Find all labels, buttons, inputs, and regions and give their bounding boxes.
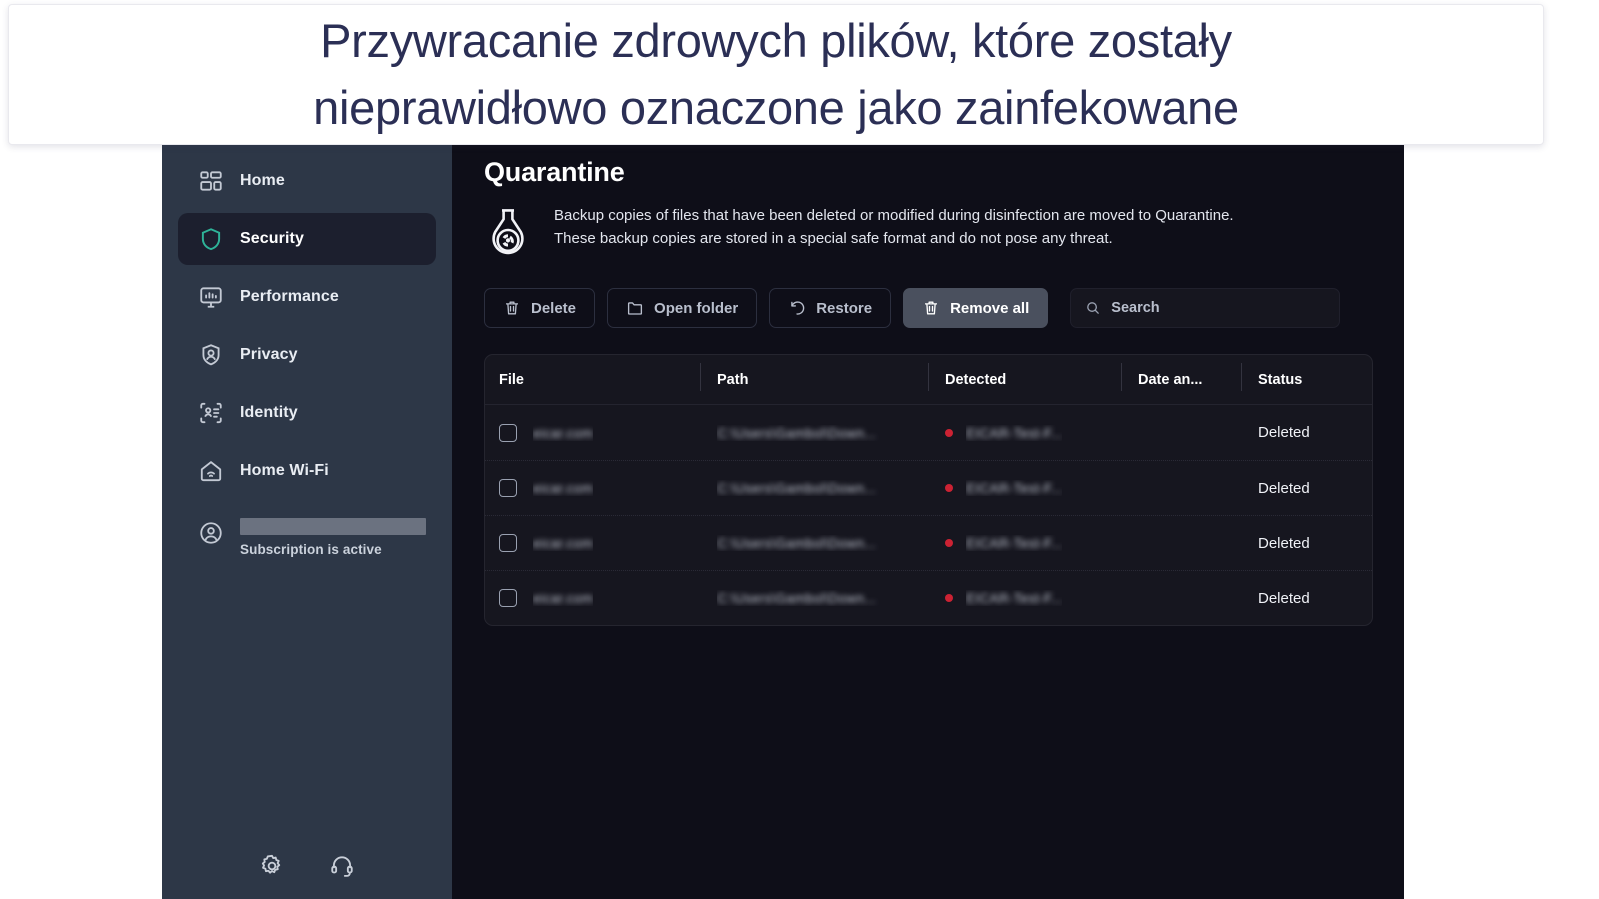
screenshot-root: Przywracanie zdrowych plików, które zost… bbox=[0, 0, 1599, 899]
sidebar-item-home[interactable]: Home bbox=[178, 155, 436, 207]
cell-file: eicar.com bbox=[499, 423, 717, 442]
file-name-redacted: eicar.com bbox=[533, 424, 593, 441]
headset-support-icon[interactable] bbox=[329, 853, 355, 879]
file-name-redacted: eicar.com bbox=[533, 535, 593, 551]
main-content: Quarantine Backup copies of files that h… bbox=[452, 143, 1404, 899]
quarantine-description: Backup copies of files that have been de… bbox=[484, 204, 1373, 262]
cell-path-redacted: C:\Users\Gambol\Down... bbox=[717, 590, 876, 606]
description-line-2: These backup copies are stored in a spec… bbox=[554, 230, 1113, 248]
restore-undo-icon bbox=[788, 299, 806, 317]
row-checkbox[interactable] bbox=[499, 479, 517, 497]
open-folder-button[interactable]: Open folder bbox=[607, 288, 758, 328]
cell-file: eicar.com bbox=[499, 479, 717, 497]
caption-banner: Przywracanie zdrowych plików, które zost… bbox=[8, 4, 1544, 145]
account-avatar-icon bbox=[198, 520, 224, 546]
sidebar-item-privacy[interactable]: Privacy bbox=[178, 329, 436, 381]
search-icon bbox=[1085, 300, 1101, 316]
cell-status: Deleted bbox=[1258, 479, 1310, 497]
page-title: Quarantine bbox=[484, 157, 625, 187]
shield-icon bbox=[198, 226, 224, 252]
account-section[interactable]: Subscription is active bbox=[178, 518, 426, 557]
threat-dot-icon bbox=[945, 539, 953, 547]
sidebar-item-label: Security bbox=[240, 230, 304, 247]
monitor-icon bbox=[198, 284, 224, 310]
table-body: eicar.com C:\Users\Gambol\Down... EICAR-… bbox=[485, 405, 1372, 625]
account-name-redacted bbox=[240, 518, 426, 535]
table-row[interactable]: eicar.com C:\Users\Gambol\Down... EICAR-… bbox=[485, 515, 1372, 570]
cell-file: eicar.com bbox=[499, 534, 717, 552]
sidebar-item-label: Privacy bbox=[240, 346, 298, 363]
row-checkbox[interactable] bbox=[499, 423, 517, 442]
detection-name-redacted: EICAR-Test-F... bbox=[966, 424, 1063, 441]
delete-button[interactable]: Delete bbox=[484, 288, 596, 328]
column-header-path[interactable]: Path bbox=[700, 362, 945, 391]
cell-file: eicar.com bbox=[499, 589, 717, 607]
cell-detected: EICAR-Test-F... bbox=[945, 480, 1138, 496]
sidebar-item-home-wifi[interactable]: Home Wi-Fi bbox=[178, 445, 436, 497]
cell-detected: EICAR-Test-F... bbox=[945, 590, 1138, 606]
folder-icon bbox=[626, 299, 644, 317]
detection-name-redacted: EICAR-Test-F... bbox=[966, 535, 1063, 551]
sidebar-item-security[interactable]: Security bbox=[178, 213, 436, 265]
delete-button-label: Delete bbox=[531, 299, 577, 317]
gear-icon[interactable] bbox=[259, 853, 285, 879]
cell-path-redacted: C:\Users\Gambol\Down... bbox=[717, 535, 876, 551]
trash-icon bbox=[922, 299, 940, 317]
caption-text: Przywracanie zdrowych plików, które zost… bbox=[313, 13, 1239, 134]
file-name-redacted: eicar.com bbox=[533, 590, 593, 606]
row-checkbox[interactable] bbox=[499, 534, 517, 552]
id-card-icon bbox=[198, 400, 224, 426]
sidebar-nav: Home Security Performance Privacy Identi… bbox=[162, 143, 452, 497]
column-header-date[interactable]: Date an... bbox=[1121, 362, 1258, 391]
detection-name-redacted: EICAR-Test-F... bbox=[966, 590, 1063, 606]
cell-status: Deleted bbox=[1258, 589, 1310, 607]
column-header-detected[interactable]: Detected bbox=[928, 362, 1138, 391]
file-name-redacted: eicar.com bbox=[533, 480, 593, 496]
account-details: Subscription is active bbox=[240, 518, 426, 557]
description-line-1: Backup copies of files that have been de… bbox=[554, 207, 1234, 224]
sidebar-item-label: Performance bbox=[240, 288, 339, 305]
table-header-row: File Path Detected Date an... Status bbox=[485, 355, 1372, 405]
restore-button[interactable]: Restore bbox=[769, 288, 892, 328]
detection-name-redacted: EICAR-Test-F... bbox=[966, 480, 1063, 496]
search-box[interactable] bbox=[1070, 288, 1341, 328]
quarantine-description-text: Backup copies of files that have been de… bbox=[554, 204, 1234, 251]
column-header-status[interactable]: Status bbox=[1241, 362, 1372, 391]
cell-path-redacted: C:\Users\Gambol\Down... bbox=[717, 480, 876, 496]
open-folder-button-label: Open folder bbox=[654, 299, 739, 317]
trash-icon bbox=[503, 299, 521, 317]
subscription-status: Subscription is active bbox=[240, 542, 382, 557]
quarantine-table: File Path Detected Date an... Status eic… bbox=[484, 354, 1373, 626]
sidebar-item-label: Identity bbox=[240, 404, 298, 421]
table-row[interactable]: eicar.com C:\Users\Gambol\Down... EICAR-… bbox=[485, 570, 1372, 625]
threat-dot-icon bbox=[945, 594, 953, 602]
cell-status: Deleted bbox=[1258, 534, 1310, 552]
restore-button-label: Restore bbox=[816, 299, 873, 317]
threat-dot-icon bbox=[945, 484, 953, 492]
remove-all-button-label: Remove all bbox=[950, 299, 1030, 317]
cell-detected: EICAR-Test-F... bbox=[945, 535, 1138, 551]
remove-all-button[interactable]: Remove all bbox=[903, 288, 1049, 328]
threat-dot-icon bbox=[945, 428, 953, 437]
home-wifi-icon bbox=[198, 458, 224, 484]
sidebar-item-performance[interactable]: Performance bbox=[178, 271, 436, 323]
flask-radiation-icon bbox=[484, 206, 532, 262]
cell-path-redacted: C:\Users\Gambol\Down... bbox=[717, 424, 876, 441]
sidebar-item-label: Home Wi-Fi bbox=[240, 462, 329, 479]
table-row[interactable]: eicar.com C:\Users\Gambol\Down... EICAR-… bbox=[485, 460, 1372, 515]
quarantine-toolbar: Delete Open folder Restore Remove all Se… bbox=[484, 288, 1373, 328]
sidebar: Home Security Performance Privacy Identi… bbox=[162, 143, 452, 899]
search-input[interactable] bbox=[1111, 300, 1326, 316]
table-row[interactable]: eicar.com C:\Users\Gambol\Down... EICAR-… bbox=[485, 405, 1372, 460]
cell-status: Deleted bbox=[1258, 424, 1310, 441]
cell-detected: EICAR-Test-F... bbox=[945, 425, 1138, 441]
column-header-file[interactable]: File bbox=[499, 372, 717, 388]
row-checkbox[interactable] bbox=[499, 589, 517, 607]
sidebar-item-label: Home bbox=[240, 172, 285, 189]
dashboard-icon bbox=[198, 168, 224, 194]
privacy-user-icon bbox=[198, 342, 224, 368]
antivirus-app-window: Home Security Performance Privacy Identi… bbox=[162, 143, 1404, 899]
sidebar-footer bbox=[162, 853, 452, 879]
sidebar-item-identity[interactable]: Identity bbox=[178, 387, 436, 439]
